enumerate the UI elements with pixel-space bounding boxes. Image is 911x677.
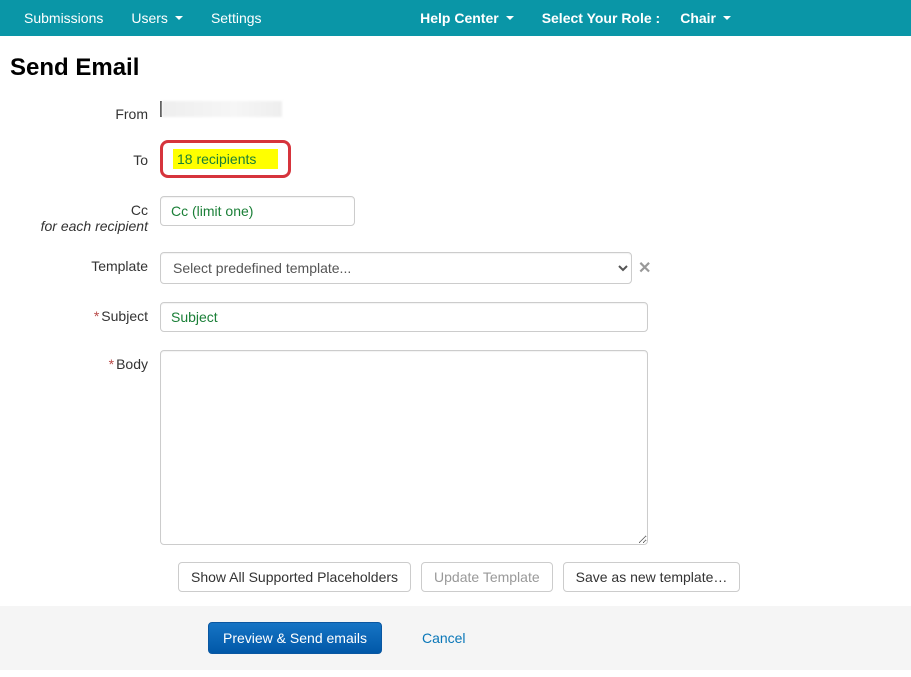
nav-settings-label: Settings [211, 10, 262, 26]
nav-submissions[interactable]: Submissions [10, 2, 117, 34]
subject-label: Subject [101, 308, 148, 324]
cc-label-col: Cc for each recipient [10, 196, 160, 234]
row-subject: *Subject [10, 302, 901, 332]
preview-send-button[interactable]: Preview & Send emails [208, 622, 382, 654]
required-asterisk: * [109, 356, 114, 372]
from-label: From [10, 100, 160, 122]
to-recipients-link[interactable]: 18 recipients [173, 149, 278, 169]
nav-help-center-label: Help Center [420, 10, 499, 26]
required-asterisk: * [94, 308, 99, 324]
footer-bar: Preview & Send emails Cancel [0, 606, 911, 670]
update-template-button: Update Template [421, 562, 553, 592]
row-template: Template Select predefined template... ✕ [10, 252, 901, 284]
nav-right: Help Center Select Your Role : Chair [406, 2, 901, 34]
body-label-col: *Body [10, 350, 160, 372]
row-to: To 18 recipients [10, 140, 901, 178]
save-new-template-button[interactable]: Save as new template… [563, 562, 741, 592]
role-dropdown[interactable]: Chair [666, 2, 745, 34]
subject-label-col: *Subject [10, 302, 160, 324]
clear-template-icon[interactable]: ✕ [638, 258, 651, 278]
to-label: To [10, 140, 160, 168]
from-value [160, 100, 282, 117]
row-from: From [10, 100, 901, 122]
nav-user-2[interactable] [823, 5, 901, 31]
row-cc: Cc for each recipient [10, 196, 901, 234]
nav-settings[interactable]: Settings [197, 2, 276, 34]
page-title: Send Email [10, 54, 901, 82]
role-dropdown-value: Chair [680, 10, 716, 26]
cc-input[interactable] [160, 196, 355, 226]
caret-down-icon [506, 16, 514, 20]
select-role-label: Select Your Role : [528, 2, 667, 34]
navbar: Submissions Users Settings Help Center S… [0, 0, 911, 36]
nav-help-center[interactable]: Help Center [406, 2, 528, 34]
nav-users-label: Users [131, 10, 168, 26]
cc-sublabel: for each recipient [10, 218, 148, 234]
page-body: Send Email From To 18 recipients Cc for … [0, 36, 911, 592]
cancel-link[interactable]: Cancel [422, 630, 466, 646]
to-recipients-box[interactable]: 18 recipients [160, 140, 291, 178]
subject-input[interactable] [160, 302, 648, 332]
body-label: Body [116, 356, 148, 372]
cc-label: Cc [131, 202, 148, 218]
body-textarea[interactable] [160, 350, 648, 545]
caret-down-icon [723, 16, 731, 20]
nav-user-1[interactable] [745, 5, 823, 31]
nav-users[interactable]: Users [117, 2, 197, 34]
nav-left: Submissions Users Settings [10, 2, 276, 34]
row-body: *Body [10, 350, 901, 548]
template-label: Template [10, 252, 160, 274]
show-placeholders-button[interactable]: Show All Supported Placeholders [178, 562, 411, 592]
caret-down-icon [175, 16, 183, 20]
nav-submissions-label: Submissions [24, 10, 103, 26]
template-select[interactable]: Select predefined template... [160, 252, 632, 284]
template-buttons-row: Show All Supported Placeholders Update T… [178, 562, 901, 592]
